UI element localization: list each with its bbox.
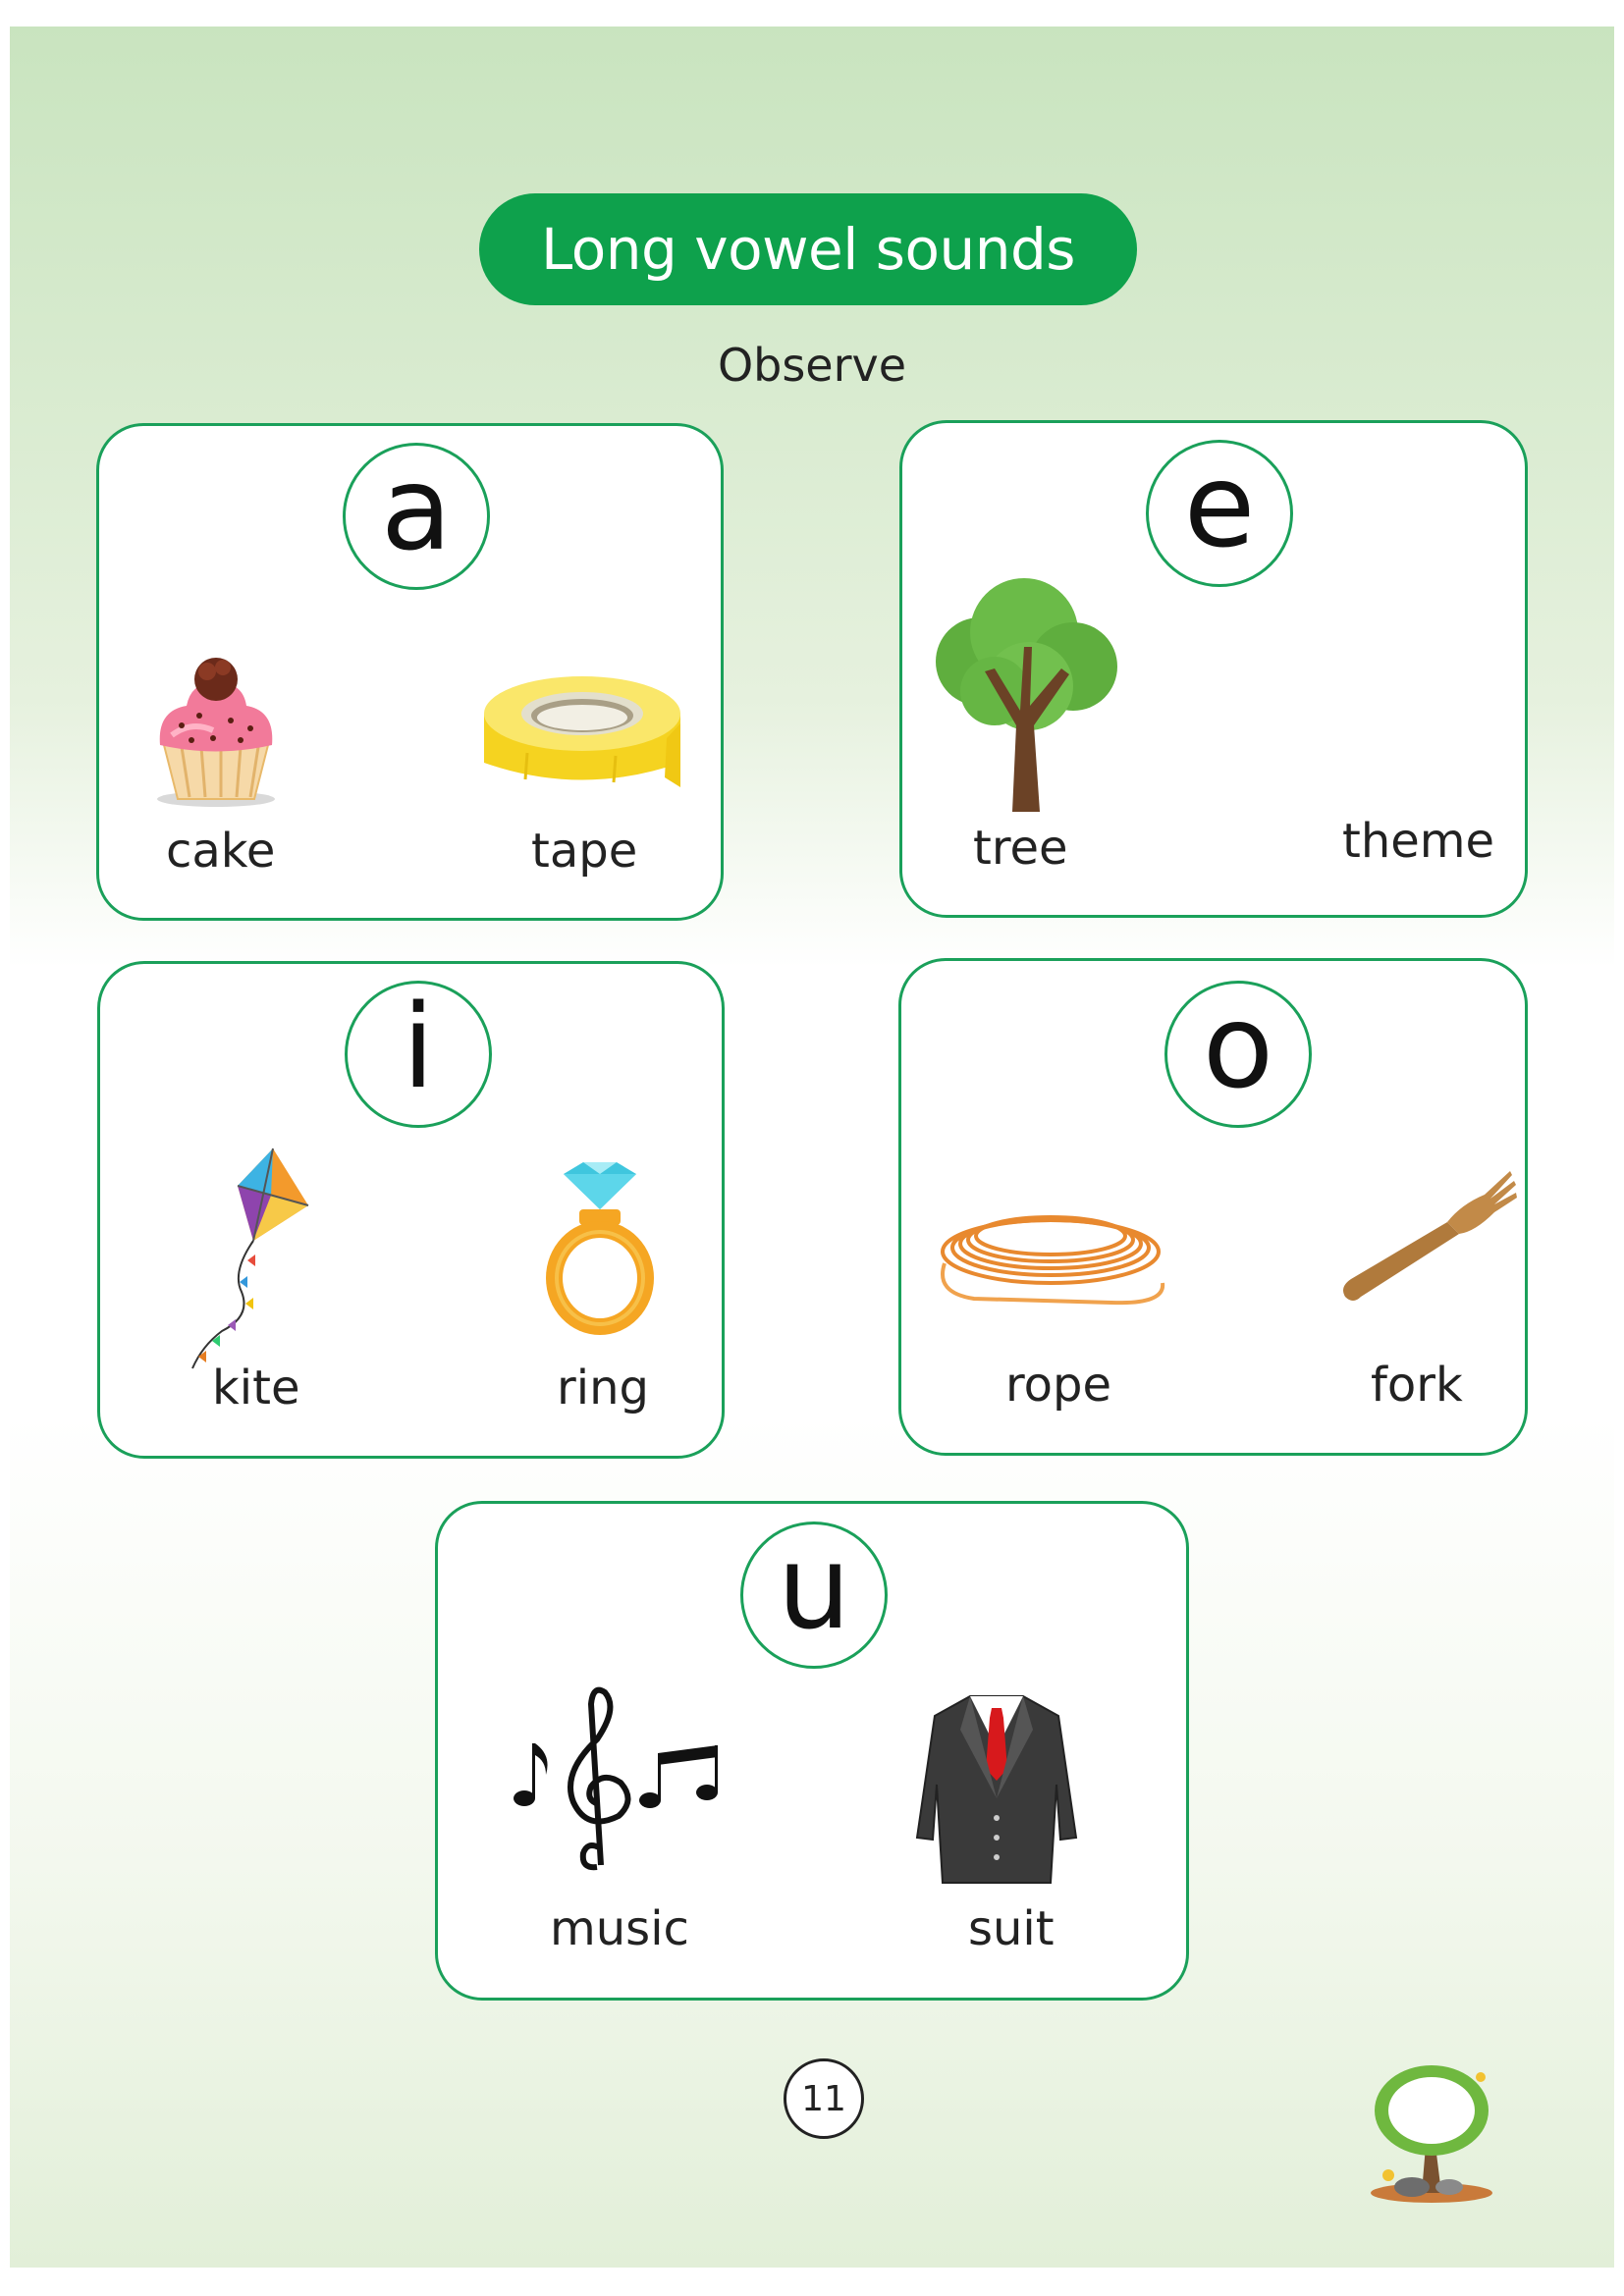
vowel-letter: a	[380, 441, 453, 576]
vowel-badge: i	[345, 981, 492, 1128]
tree-icon	[936, 578, 1117, 812]
word-label: cake	[166, 824, 276, 879]
vowel-card-a: a cake tape	[96, 423, 724, 921]
word-label: theme	[1342, 814, 1495, 869]
tree-mascot-icon	[1371, 2065, 1492, 2203]
kite-icon	[191, 1148, 309, 1369]
vowel-card-i: i kite ring	[97, 961, 725, 1459]
word-label: tree	[973, 821, 1068, 876]
vowel-letter: u	[777, 1520, 851, 1655]
word-label: suit	[968, 1901, 1055, 1956]
vowel-badge: u	[740, 1522, 888, 1669]
diamond-ring-icon	[546, 1162, 654, 1335]
vowel-letter: e	[1183, 438, 1256, 573]
word-label: fork	[1371, 1358, 1463, 1413]
vowel-card-o: o rope fork	[898, 958, 1528, 1456]
word-label: ring	[557, 1361, 649, 1415]
rope-coil-icon	[941, 1215, 1165, 1306]
suit-icon	[915, 1695, 1078, 1884]
vowel-card-u: u music suit	[435, 1501, 1189, 2001]
vowel-badge: e	[1146, 440, 1293, 587]
cupcake-icon	[157, 658, 275, 807]
word-label: kite	[212, 1361, 300, 1415]
tape-roll-icon	[484, 676, 680, 787]
page-title: Long vowel sounds	[479, 193, 1137, 305]
vowel-card-e: e tree theme	[899, 420, 1528, 918]
word-label: rope	[1005, 1358, 1112, 1413]
word-label: tape	[531, 824, 638, 879]
vowel-letter: i	[402, 979, 435, 1114]
vowel-badge: a	[343, 443, 490, 590]
vowel-badge: o	[1164, 981, 1312, 1128]
page-subtitle: Observe	[717, 339, 907, 392]
wooden-fork-icon	[1343, 1171, 1517, 1301]
page-number: 11	[784, 2058, 864, 2139]
music-notes-icon	[514, 1686, 718, 1871]
vowel-letter: o	[1202, 979, 1274, 1114]
word-label: music	[550, 1901, 689, 1956]
